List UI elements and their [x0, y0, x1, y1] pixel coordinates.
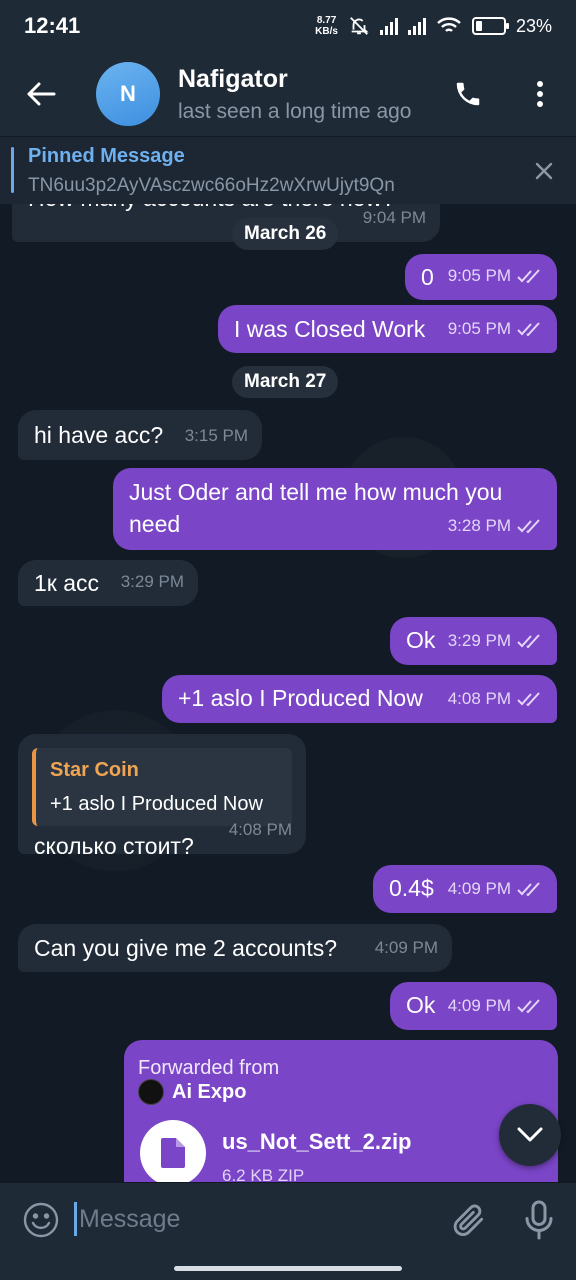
- paperclip-icon: [453, 1204, 484, 1236]
- status-bar: 12:41 8.77 KB/s 23%: [0, 0, 576, 52]
- file-size: 6.2 KB ZIP: [222, 1166, 305, 1182]
- file-download-button[interactable]: [140, 1120, 206, 1182]
- message-meta: 9:05 PM: [448, 313, 543, 345]
- text-cursor: [74, 1202, 77, 1236]
- message-time: 9:05 PM: [447, 266, 511, 285]
- message-incoming[interactable]: Can you give me 2 accounts? 4:09 PM: [18, 924, 452, 972]
- message-input-placeholder: Message: [79, 1204, 181, 1233]
- message-time: 3:15 PM: [184, 426, 248, 445]
- net-speed-unit: KB/s: [315, 26, 338, 37]
- message-time: 4:09 PM: [374, 938, 438, 957]
- attach-button[interactable]: [450, 1201, 488, 1239]
- date-separator: March 27: [232, 366, 339, 398]
- battery-level: [475, 21, 482, 31]
- pinned-indicator: [11, 147, 14, 193]
- reply-quote-author: Star Coin: [50, 759, 139, 781]
- message-time: 4:09 PM: [447, 996, 511, 1015]
- arrow-left-icon: [27, 82, 56, 106]
- message-meta: 3:29 PM: [121, 566, 184, 598]
- message-outgoing[interactable]: +1 aslo I Produced Now 4:08 PM: [162, 675, 557, 723]
- more-vertical-icon: [537, 81, 543, 107]
- message-outgoing[interactable]: I was Closed Work 9:05 PM: [218, 305, 557, 353]
- message-meta: 4:09 PM: [448, 873, 543, 905]
- bell-muted-icon: [350, 17, 369, 35]
- wifi-icon: [437, 17, 461, 32]
- message-time: 4:08 PM: [447, 689, 511, 708]
- contact-name: Nafigator: [178, 64, 288, 93]
- battery-percent: 23%: [515, 15, 552, 36]
- double-check-icon: [517, 882, 540, 896]
- emoji-button[interactable]: [22, 1201, 60, 1239]
- message-meta: 3:29 PM: [448, 625, 543, 657]
- chat-header: N Nafigator last seen a long time ago: [0, 52, 576, 136]
- forwarded-source[interactable]: Ai Expo: [138, 1076, 246, 1108]
- microphone-icon: [525, 1200, 553, 1240]
- message-meta: 9:04 PM: [363, 204, 426, 234]
- file-name: us_Not_Sett_2.zip: [222, 1129, 412, 1154]
- double-check-icon: [517, 269, 540, 283]
- message-incoming-reply[interactable]: Star Coin +1 aslo I Produced Now сколько…: [18, 734, 306, 859]
- date-separator: March 26: [232, 218, 339, 250]
- message-outgoing[interactable]: 0 9:05 PM: [405, 254, 557, 300]
- document-icon: [161, 1138, 185, 1168]
- message-time: 4:08 PM: [228, 820, 292, 839]
- message-meta: 4:09 PM: [375, 932, 438, 964]
- message-meta: 3:15 PM: [185, 420, 248, 452]
- pinned-close-button[interactable]: [530, 157, 558, 185]
- signal-1-icon: [379, 17, 398, 35]
- double-check-icon: [517, 519, 540, 533]
- message-time: 9:04 PM: [362, 208, 426, 227]
- net-speed-value: 8.77: [316, 15, 337, 26]
- chat-title-block[interactable]: Nafigator last seen a long time ago: [178, 65, 411, 124]
- signal-2-icon: [407, 17, 426, 35]
- source-logo: [138, 1079, 164, 1105]
- voice-record-button[interactable]: [520, 1199, 558, 1241]
- contact-status: last seen a long time ago: [178, 99, 412, 123]
- status-time: 12:41: [24, 13, 81, 38]
- forwarded-source-name: Ai Expo: [172, 1081, 247, 1103]
- message-forwarded-file[interactable]: Forwarded from Ai Expo us_Not_Sett_2.zip…: [124, 1040, 558, 1182]
- message-incoming[interactable]: 1к acc 3:29 PM: [18, 560, 198, 606]
- double-check-icon: [517, 999, 540, 1013]
- double-check-icon: [517, 322, 540, 336]
- message-meta: 3:28 PM: [448, 510, 543, 542]
- message-outgoing[interactable]: Ok 4:09 PM: [390, 982, 557, 1030]
- double-check-icon: [517, 692, 540, 706]
- back-button[interactable]: [0, 52, 82, 136]
- message-time: 4:09 PM: [447, 879, 511, 898]
- phone-icon: [456, 82, 480, 106]
- message-time: 3:29 PM: [120, 572, 184, 591]
- message-meta: 4:08 PM: [229, 814, 292, 846]
- battery-icon: [471, 17, 509, 35]
- message-meta: 4:08 PM: [448, 683, 543, 715]
- message-outgoing[interactable]: Ok 3:29 PM: [390, 617, 557, 665]
- emoji-icon: [23, 1202, 59, 1238]
- double-check-icon: [517, 634, 540, 648]
- message-meta: 4:09 PM: [448, 990, 543, 1022]
- home-indicator: [174, 1266, 402, 1271]
- message-incoming[interactable]: hi have acc? 3:15 PM: [18, 410, 262, 460]
- message-time: 9:05 PM: [447, 319, 511, 338]
- message-input[interactable]: Message: [74, 1201, 180, 1237]
- chevron-down-icon: [517, 1127, 543, 1142]
- message-time: 3:28 PM: [447, 516, 511, 535]
- pinned-title: Pinned Message: [28, 145, 185, 167]
- more-menu-button[interactable]: [514, 68, 566, 120]
- pinned-text: TN6uu3p2AyVAsczwc66oHz2wXrwUjyt9Qn: [28, 175, 395, 196]
- message-incoming-partial[interactable]: How many accounts are there now? 9:04 PM: [12, 204, 440, 242]
- scroll-down-button[interactable]: [499, 1104, 561, 1166]
- avatar[interactable]: N: [96, 62, 160, 126]
- message-list[interactable]: How many accounts are there now? 9:04 PM…: [0, 204, 576, 1182]
- message-meta: 9:05 PM: [448, 260, 543, 292]
- call-button[interactable]: [442, 68, 494, 120]
- message-outgoing[interactable]: 0.4$ 4:09 PM: [373, 865, 557, 913]
- status-icons: 8.77 KB/s 23%: [315, 15, 552, 37]
- message-outgoing[interactable]: Just Oder and tell me how much you need …: [113, 468, 557, 550]
- pinned-message-bar[interactable]: Pinned Message TN6uu3p2AyVAsczwc66oHz2wX…: [0, 136, 576, 204]
- close-icon: [535, 162, 553, 180]
- message-time: 3:29 PM: [447, 631, 511, 650]
- net-speed: 8.77 KB/s: [315, 15, 338, 37]
